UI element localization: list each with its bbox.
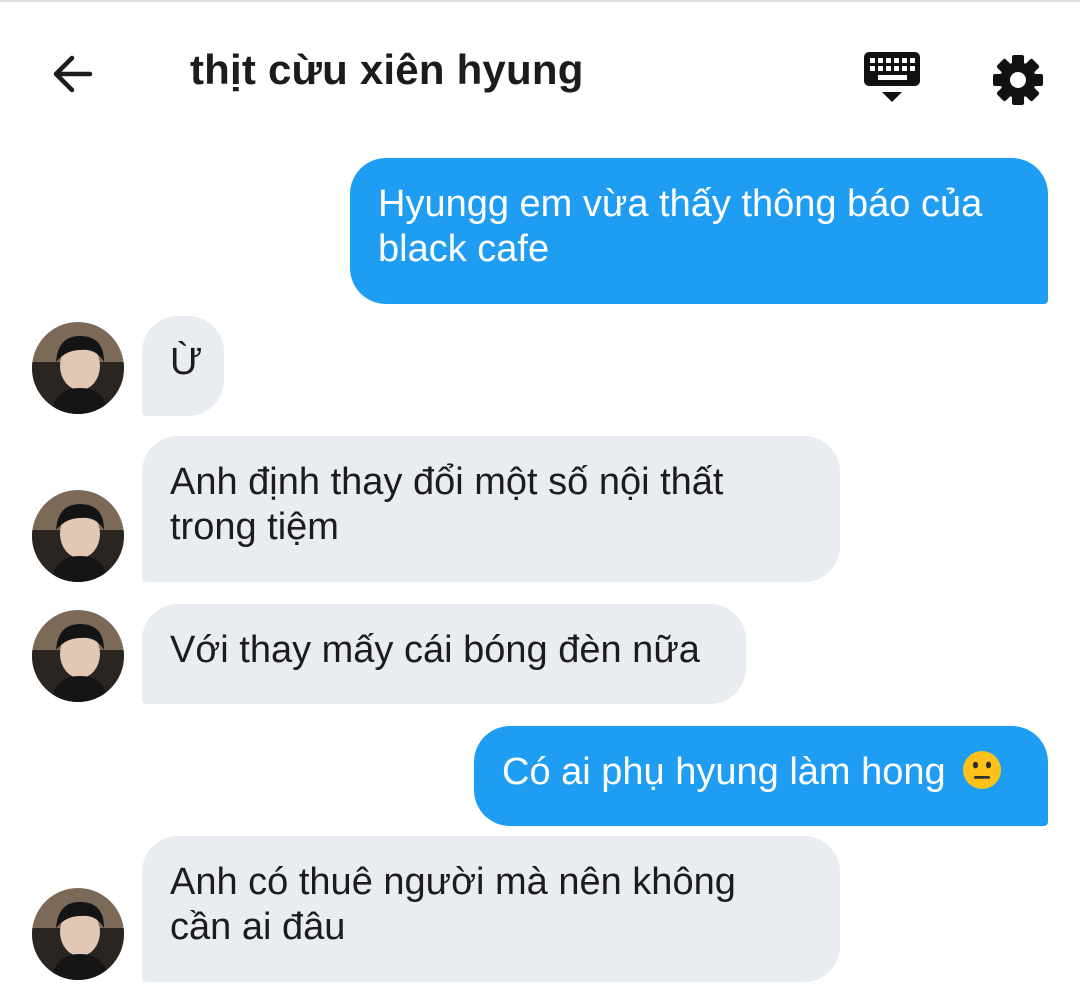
avatar[interactable] xyxy=(32,610,124,702)
avatar-photo xyxy=(32,610,124,702)
message-text: Anh có thuê người mà nên không cần ai đâ… xyxy=(170,861,736,948)
settings-button[interactable] xyxy=(986,48,1050,112)
message-bubble-outgoing[interactable]: Hyungg em vừa thấy thông báo của black c… xyxy=(350,158,1048,304)
back-button[interactable] xyxy=(44,42,104,106)
avatar[interactable] xyxy=(32,490,124,582)
message-bubble-incoming[interactable]: Anh có thuê người mà nên không cần ai đâ… xyxy=(142,836,840,982)
message-bubble-incoming[interactable]: Với thay mấy cái bóng đèn nữa xyxy=(142,604,746,704)
message-text: Anh định thay đổi một số nội thất trong … xyxy=(170,461,724,548)
message-text: Hyungg em vừa thấy thông báo của black c… xyxy=(378,183,983,270)
arrow-left-icon xyxy=(53,55,93,93)
keyboard-hide-icon xyxy=(864,52,920,102)
message-text: Với thay mấy cái bóng đèn nữa xyxy=(170,629,700,671)
neutral-face-emoji xyxy=(963,751,1002,789)
avatar-photo xyxy=(32,490,124,582)
gear-icon xyxy=(993,55,1043,105)
message-list[interactable]: Hyungg em vừa thấy thông báo của black c… xyxy=(0,142,1080,990)
message-text: Có ai phụ hyung làm hong xyxy=(502,751,946,793)
message-text: Ừ xyxy=(170,341,203,383)
keyboard-toggle-button[interactable] xyxy=(860,48,924,112)
message-bubble-outgoing[interactable]: Có ai phụ hyung làm hong xyxy=(474,726,1048,826)
avatar-photo xyxy=(32,322,124,414)
chat-header: thịt cừu xiên hyung xyxy=(0,2,1080,142)
message-bubble-incoming[interactable]: Anh định thay đổi một số nội thất trong … xyxy=(142,436,840,582)
avatar-photo xyxy=(32,888,124,980)
message-bubble-incoming[interactable]: Ừ xyxy=(142,316,224,416)
avatar[interactable] xyxy=(32,888,124,980)
avatar[interactable] xyxy=(32,322,124,414)
conversation-title: thịt cừu xiên hyung xyxy=(190,46,584,93)
